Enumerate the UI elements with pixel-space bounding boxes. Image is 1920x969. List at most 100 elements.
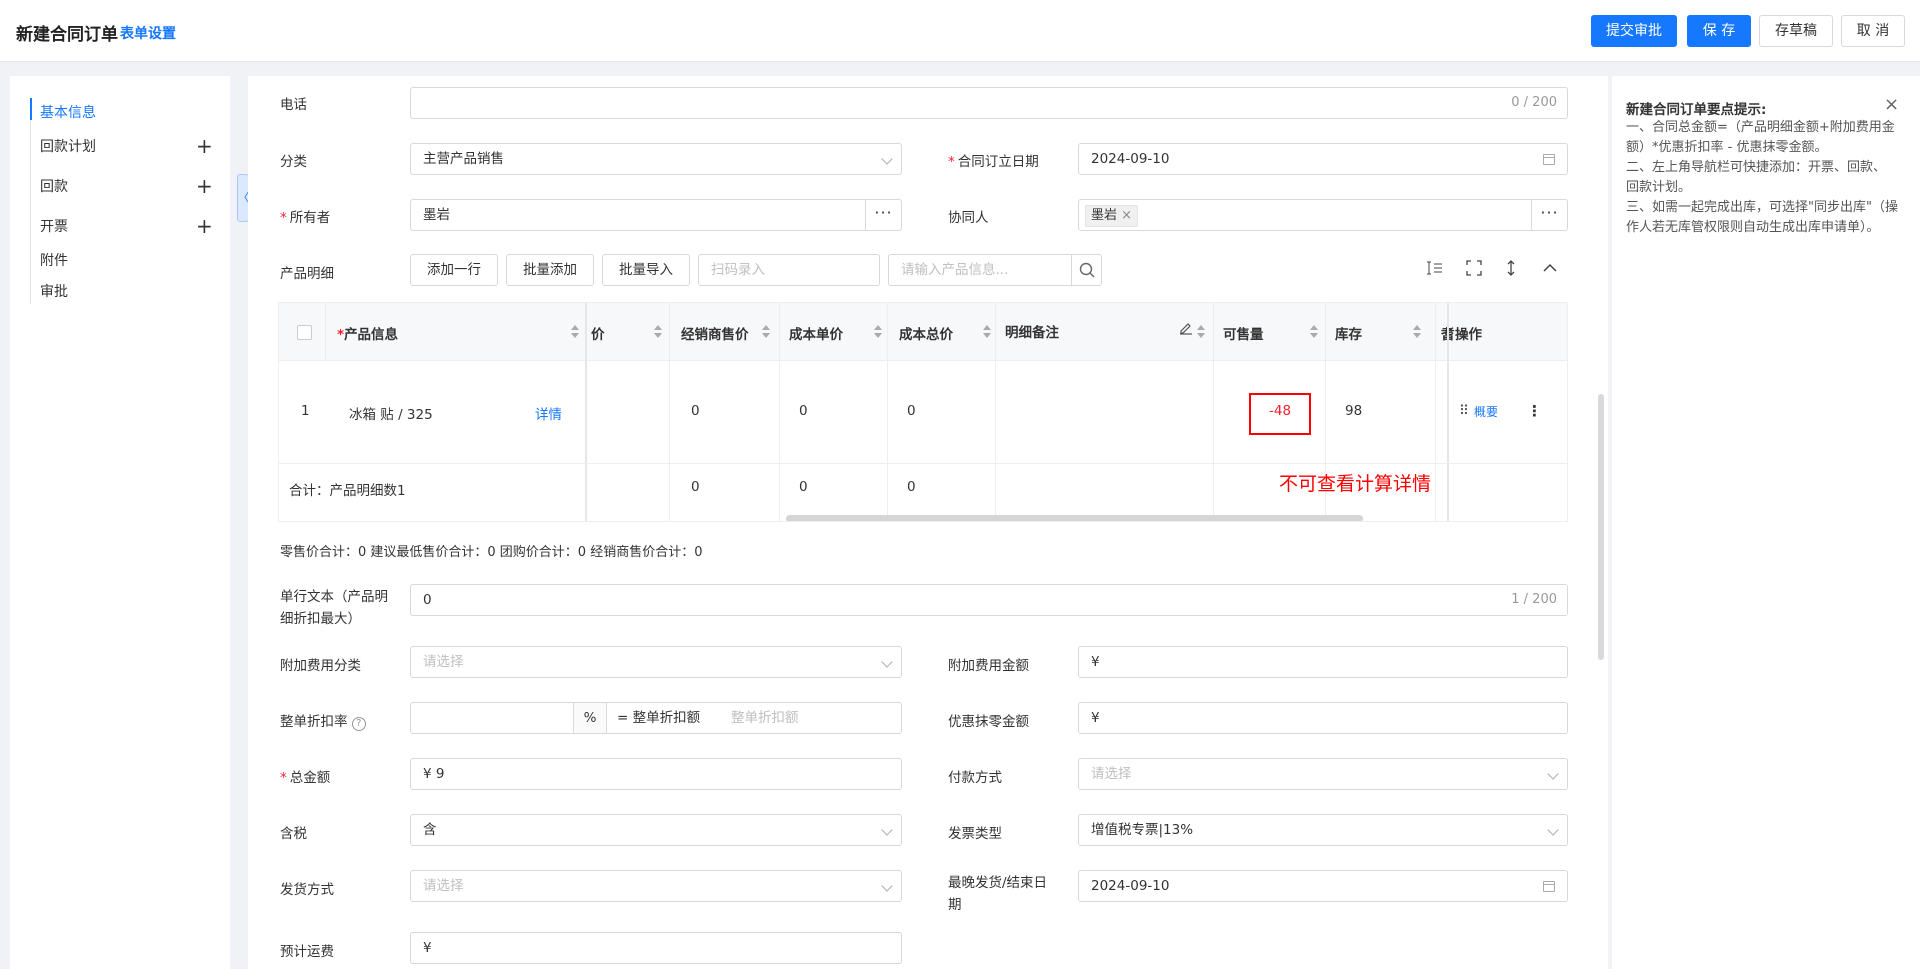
vertical-scrollbar[interactable] [1598,394,1604,660]
sort-icon[interactable] [1310,325,1318,339]
owner-label: * 所有者 [280,210,331,226]
extra-fee-amount-input[interactable]: ¥ [1078,646,1568,678]
total-amount-input[interactable]: ¥ 9 [410,758,902,790]
category-value: 主营产品销售 [423,151,504,167]
collaborator-field[interactable]: 墨岩 × ··· [1078,199,1568,231]
ops-more-icon[interactable]: ⋮ [1527,402,1542,420]
sign-date-picker[interactable]: 2024-09-10 [1078,143,1568,175]
col-price-tail: 价 [591,327,605,343]
discount-rate-input[interactable] [411,703,573,733]
bulk-import-button[interactable]: 批量导入 [602,254,690,286]
column-resize-icon[interactable] [1506,260,1516,280]
sort-icon[interactable] [762,325,770,339]
ops-summary-link[interactable]: 概要 [1474,403,1498,420]
horizontal-scrollbar[interactable] [786,515,1363,521]
col-dealer-price: 经销商售价 [681,327,749,343]
page-title: 新建合同订单 [16,25,118,45]
nav-item-approval[interactable]: 审批 [40,281,68,301]
category-select[interactable]: 主营产品销售 [410,143,902,175]
section-nav: 基本信息 回款计划 + 回款 + 开票 + 附件 审批 [10,76,230,969]
rounding-label: 优惠抹零金额 [948,714,1029,730]
col-divider [669,303,670,521]
col-divider [1213,303,1214,521]
col-cost-total: 成本总价 [899,327,953,343]
add-row-button[interactable]: 添加一行 [410,254,498,286]
add-invoice-icon[interactable]: + [196,216,213,236]
tag-close-icon[interactable]: × [1121,208,1132,223]
nav-item-payment[interactable]: 回款 [40,176,68,196]
discount-amount-input[interactable]: 整单折扣额 [731,703,799,733]
discount-rate-label: 整单折扣率 ? [280,710,366,731]
row-height-icon[interactable] [1426,260,1444,280]
single-text-count: 1 / 200 [1511,592,1557,607]
collaborator-more-button[interactable]: ··· [1531,200,1567,230]
latest-ship-label: 最晚发货/结束日 期 [948,875,1048,913]
calendar-icon [1543,154,1555,165]
stock-cell: 98 [1345,403,1363,419]
nav-item-payment-plan[interactable]: 回款计划 [40,136,96,156]
search-icon[interactable] [1071,255,1101,285]
total-amount-label: * 总金额 [280,770,331,786]
extra-fee-category-select[interactable]: 请选择 [410,646,902,678]
collapse-up-icon[interactable] [1542,260,1558,280]
row-index: 1 [301,403,310,419]
phone-char-count: 0 / 200 [1511,95,1557,110]
cancel-button[interactable]: 取 消 [1841,15,1905,47]
latest-ship-date-picker[interactable]: 2024-09-10 [1078,870,1568,902]
sort-icon[interactable] [571,325,579,339]
submit-approval-button[interactable]: 提交审批 [1591,15,1677,47]
sort-icon[interactable] [983,325,991,339]
nav-item-basic-info[interactable]: 基本信息 [40,102,96,122]
collaborator-tag: 墨岩 × [1085,205,1139,227]
owner-more-button[interactable]: ··· [865,200,901,230]
add-payment-plan-icon[interactable]: + [196,136,213,156]
nav-item-invoice[interactable]: 开票 [40,216,68,236]
close-icon[interactable]: × [1884,94,1899,115]
tip-line: 二、左上角导航栏可快捷添加：开票、回款、回款计划。 [1626,160,1887,195]
col-divider [1435,303,1436,521]
help-icon[interactable]: ? [351,717,366,731]
edit-pencil-icon[interactable] [1179,321,1193,339]
col-stock: 库存 [1335,327,1362,343]
frozen-divider [1447,303,1449,521]
shipping-select[interactable]: 请选择 [410,870,902,902]
tax-select[interactable]: 含 [410,814,902,846]
fullscreen-icon[interactable] [1466,260,1482,280]
select-all-checkbox[interactable] [297,325,312,340]
sort-icon[interactable] [1413,325,1421,339]
nav-item-attachment[interactable]: 附件 [40,250,68,270]
sort-icon[interactable] [1197,325,1205,339]
add-payment-icon[interactable]: + [196,176,213,196]
col-cost-unit: 成本单价 [789,327,843,343]
payment-method-label: 付款方式 [948,770,1002,786]
product-detail-link[interactable]: 详情 [535,403,562,423]
form-settings-link[interactable]: 表单设置 [120,23,176,43]
single-text-label: 单行文本（产品明 细折扣最大） [280,589,388,627]
drag-handle-icon[interactable]: ⠿ [1459,403,1469,419]
owner-field[interactable]: 墨岩 ··· [410,199,902,231]
freight-input[interactable]: ¥ [410,932,902,964]
col-divider [325,303,326,361]
product-search-input[interactable]: 请输入产品信息... [888,254,1102,286]
cost-unit-cell[interactable]: 0 [799,403,808,419]
tip-line: 三、如需一起完成出库，可选择"同步出库"（操作人若无库管权限则自动生成出库申请单… [1626,200,1898,235]
save-draft-button[interactable]: 存草稿 [1759,15,1833,47]
sort-icon[interactable] [874,325,882,339]
scan-input[interactable]: 扫码录入 [698,254,880,286]
dealer-price-cell[interactable]: 0 [691,403,700,419]
cost-total-cell[interactable]: 0 [907,403,916,419]
save-button[interactable]: 保 存 [1687,15,1751,47]
sort-icon[interactable] [654,325,662,339]
rounding-input[interactable]: ¥ [1078,702,1568,734]
invoice-type-select[interactable]: 增值税专票|13% [1078,814,1568,846]
chevron-down-icon [1547,824,1559,836]
product-detail-label: 产品明细 [280,266,334,282]
chevron-down-icon [881,824,893,836]
chevron-down-icon [881,656,893,668]
total-label: 合计：产品明细数1 [289,483,406,499]
shipping-label: 发货方式 [280,882,334,898]
phone-input[interactable]: 0 / 200 [410,87,1568,119]
bulk-add-button[interactable]: 批量添加 [506,254,594,286]
payment-method-select[interactable]: 请选择 [1078,758,1568,790]
single-text-input[interactable]: 0 1 / 200 [410,584,1568,616]
